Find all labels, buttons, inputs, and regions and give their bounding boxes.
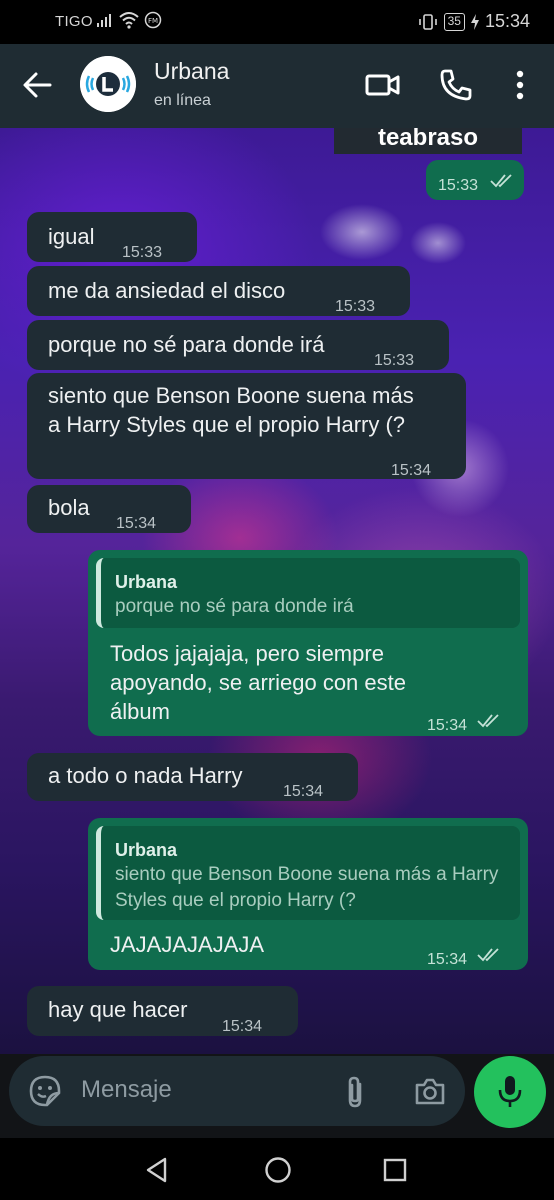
message-bubble-outgoing[interactable]: Urbana porque no sé para donde irá Todos… — [88, 550, 528, 736]
double-check-icon — [477, 948, 499, 962]
phone-icon[interactable] — [437, 66, 475, 104]
quoted-text: siento que Benson Boone suena más a Harr… — [115, 864, 499, 911]
quoted-author: Urbana — [115, 840, 178, 860]
quoted-message[interactable]: Urbana siento que Benson Boone suena más… — [96, 826, 520, 920]
battery-indicator: 35 — [443, 12, 465, 31]
message-time: 15:33 — [335, 298, 376, 315]
double-check-icon — [490, 174, 512, 188]
attach-icon[interactable] — [342, 1074, 368, 1110]
message-bubble-incoming[interactable]: bola 15:34 — [27, 485, 191, 533]
double-check-icon — [477, 714, 499, 728]
signal-icon — [97, 14, 111, 27]
message-text: JAJAJAJAJAJA — [110, 932, 265, 957]
nav-home-icon[interactable] — [263, 1155, 293, 1185]
message-text: hay que hacer — [48, 997, 188, 1022]
charging-icon — [470, 13, 479, 30]
status-icons-left: FM — [96, 11, 162, 29]
message-time: 15:33 — [438, 177, 479, 194]
quoted-text: porque no sé para donde irá — [115, 596, 354, 617]
chat-area[interactable]: teabraso 15:33 igual 15:33 me da ansieda… — [0, 128, 554, 1054]
svg-text:FM: FM — [148, 17, 158, 25]
message-time: 15:33 — [122, 244, 163, 261]
message-bubble-incoming[interactable]: hay que hacer 15:34 — [27, 986, 298, 1036]
message-text: me da ansiedad el disco — [48, 278, 286, 303]
carrier-label: TIGO — [55, 13, 93, 30]
image-caption: teabraso — [334, 128, 522, 154]
back-arrow-icon[interactable] — [20, 68, 54, 102]
message-time: 15:34 — [391, 462, 432, 479]
microphone-icon — [498, 1076, 522, 1107]
chat-header: Urbana en línea — [0, 44, 554, 128]
message-time: 15:34 — [427, 951, 468, 968]
system-nav-bar — [0, 1138, 554, 1200]
message-text: a todo o nada Harry — [48, 763, 243, 788]
more-options-icon[interactable] — [501, 66, 539, 104]
message-bubble-incoming[interactable]: siento que Benson Boone suena más a Harr… — [27, 373, 466, 479]
message-text: igual — [48, 224, 95, 249]
message-placeholder: Mensaje — [81, 1076, 172, 1103]
emoji-sticker-icon[interactable] — [28, 1074, 62, 1108]
message-bubble-incoming[interactable]: a todo o nada Harry 15:34 — [27, 753, 358, 801]
message-input[interactable]: Mensaje — [9, 1056, 465, 1126]
quoted-message[interactable]: Urbana porque no sé para donde irá — [96, 558, 520, 628]
status-bar: TIGO FM 35 15:34 — [0, 0, 554, 44]
nav-recents-icon[interactable] — [381, 1156, 409, 1184]
contact-name[interactable]: Urbana — [154, 58, 229, 85]
message-bubble-incoming[interactable]: igual 15:33 — [27, 212, 197, 262]
message-time: 15:34 — [427, 717, 468, 734]
message-text: bola — [48, 495, 90, 520]
radio-icon: FM — [144, 11, 162, 29]
quoted-author: Urbana — [115, 572, 178, 592]
wifi-icon — [119, 12, 139, 29]
message-bubble-outgoing[interactable]: 15:33 — [426, 160, 524, 200]
message-text: porque no sé para donde irá — [48, 332, 325, 357]
contact-status: en línea — [154, 92, 211, 109]
message-time: 15:34 — [283, 783, 324, 800]
message-text: Todos jajajaja, pero siempre apoyando, s… — [110, 641, 406, 724]
message-bubble-incoming[interactable]: me da ansiedad el disco 15:33 — [27, 266, 410, 316]
message-text: siento que Benson Boone suena más a Harr… — [48, 383, 414, 437]
camera-icon[interactable] — [413, 1074, 447, 1108]
message-bubble-incoming[interactable]: porque no sé para donde irá 15:33 — [27, 320, 449, 370]
message-time: 15:34 — [222, 1018, 263, 1035]
message-bubble-outgoing[interactable]: Urbana siento que Benson Boone suena más… — [88, 818, 528, 970]
message-time: 15:33 — [374, 352, 415, 369]
status-right: 35 15:34 — [418, 11, 530, 32]
nav-back-icon[interactable] — [143, 1156, 171, 1184]
voice-message-button[interactable] — [474, 1056, 546, 1128]
avatar[interactable] — [80, 56, 136, 112]
vibrate-icon — [418, 13, 437, 30]
message-time: 15:34 — [116, 515, 157, 532]
video-call-icon[interactable] — [364, 66, 402, 104]
status-time: 15:34 — [484, 11, 530, 31]
